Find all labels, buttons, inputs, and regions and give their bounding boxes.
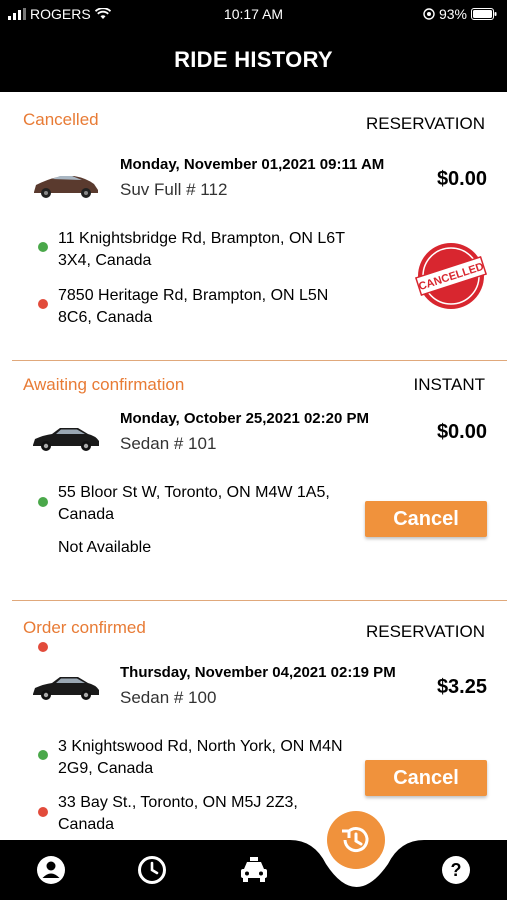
ride-type: INSTANT	[413, 375, 485, 394]
help-icon: ?	[442, 856, 470, 884]
clock-icon	[138, 856, 166, 884]
tab-scheduled[interactable]	[132, 850, 172, 890]
divider	[12, 600, 507, 601]
dropoff-dot	[38, 299, 48, 309]
ride-card[interactable]: Awaiting confirmation INSTANT Monday, Oc…	[0, 375, 507, 652]
divider	[12, 360, 507, 361]
location-lock-icon	[423, 8, 435, 20]
sedan-car-icon	[33, 677, 99, 700]
page-title: RIDE HISTORY	[0, 28, 507, 92]
cancel-button[interactable]: Cancel	[365, 501, 487, 537]
ride-date: Thursday, November 04,2021 02:19 PM	[120, 664, 396, 681]
battery-percent: 93%	[438, 6, 467, 22]
ride-price: $0.00	[436, 168, 487, 190]
profile-icon	[37, 856, 65, 884]
ride-type: RESERVATION	[365, 622, 485, 641]
svg-text:?: ?	[451, 860, 462, 880]
status-bar: ROGERS 10:17 AM 93%	[0, 0, 507, 28]
battery-icon	[471, 8, 497, 20]
tab-help[interactable]: ?	[436, 850, 476, 890]
dropoff-address: 7850 Heritage Rd, Brampton, ON L5N 8C6, …	[58, 287, 329, 326]
pickup-dot	[38, 242, 48, 252]
cancel-button[interactable]: Cancel	[365, 760, 487, 796]
ride-price: $3.25	[436, 676, 487, 698]
dropoff-address: Not Available	[58, 539, 152, 556]
sedan-car-icon	[33, 428, 99, 451]
ride-status: Awaiting confirmation	[23, 375, 185, 394]
ride-vehicle: Sedan # 101	[120, 434, 217, 453]
ride-price: $0.00	[436, 421, 487, 443]
ride-card[interactable]: Order confirmed RESERVATION Thursday, No…	[0, 618, 507, 840]
ride-list[interactable]: Cancelled RESERVATION Monday, November 0…	[0, 92, 507, 840]
ride-vehicle: Suv Full # 112	[120, 180, 228, 199]
cancelled-stamp: CANCELLED	[415, 243, 487, 309]
tab-profile[interactable]	[31, 850, 71, 890]
tab-ride-history[interactable]	[327, 811, 385, 869]
status-right: 93%	[423, 6, 497, 22]
pickup-dot	[38, 497, 48, 507]
ride-card[interactable]: Cancelled RESERVATION Monday, November 0…	[0, 110, 507, 350]
dropoff-address: 33 Bay St., Toronto, ON M5J 2Z3, Canada	[58, 794, 298, 833]
ride-date: Monday, November 01,2021 09:11 AM	[120, 156, 385, 173]
dropoff-dot	[38, 807, 48, 817]
pickup-address: 3 Knightswood Rd, North York, ON M4N 2G9…	[58, 738, 343, 777]
tab-book-taxi[interactable]	[234, 850, 274, 890]
pickup-dot	[38, 750, 48, 760]
ride-status: Cancelled	[23, 110, 99, 129]
ride-vehicle: Sedan # 100	[120, 688, 217, 707]
ride-date: Monday, October 25,2021 02:20 PM	[120, 410, 369, 427]
history-icon	[342, 827, 369, 853]
pickup-address: 55 Bloor St W, Toronto, ON M4W 1A5, Cana…	[58, 484, 330, 523]
bottom-tab-bar: ?	[0, 840, 507, 900]
ride-type: RESERVATION	[365, 114, 485, 133]
ride-status: Order confirmed	[23, 618, 146, 637]
taxi-icon	[241, 857, 267, 882]
pickup-address: 11 Knightsbridge Rd, Brampton, ON L6T 3X…	[58, 230, 345, 269]
suv-car-icon	[34, 176, 98, 198]
